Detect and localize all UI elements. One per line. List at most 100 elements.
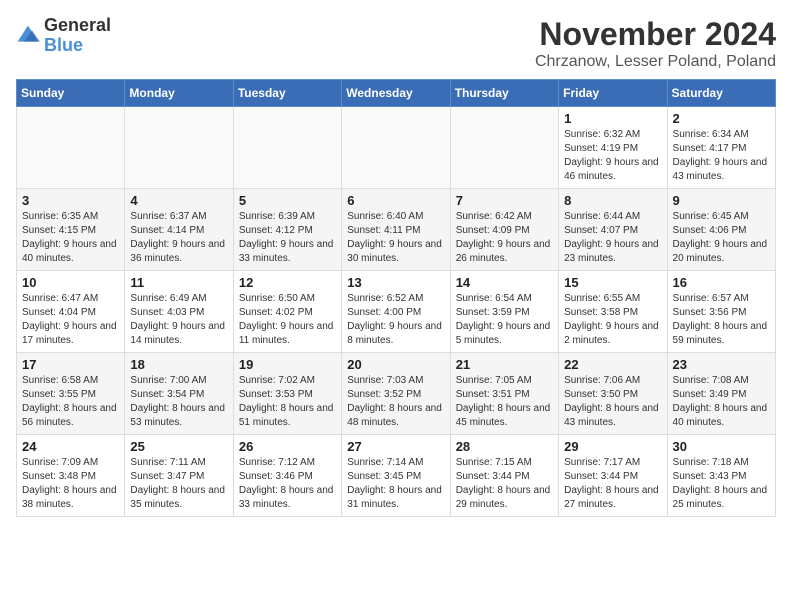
calendar-cell: 21 Sunrise: 7:05 AM Sunset: 3:51 PM Dayli… [450, 353, 558, 435]
day-info: Sunrise: 6:45 AM Sunset: 4:06 PM Dayligh… [673, 210, 770, 266]
logo-icon [16, 24, 40, 48]
calendar-cell: 10 Sunrise: 6:47 AM Sunset: 4:04 PM Dayli… [17, 271, 125, 353]
calendar-cell: 13Sunrise: 6:52 AM Sunset: 4:00 PM Dayli… [342, 271, 450, 353]
logo-blue: Blue [44, 35, 83, 55]
day-info: Sunrise: 6:47 AM Sunset: 4:04 PM Dayligh… [22, 292, 119, 348]
day-number: 19 [239, 357, 336, 372]
calendar-cell: 7 Sunrise: 6:42 AM Sunset: 4:09 PM Daylig… [450, 189, 558, 271]
day-info: Sunrise: 7:08 AM Sunset: 3:49 PM Dayligh… [673, 374, 770, 430]
calendar-cell [125, 107, 233, 189]
day-info: Sunrise: 6:49 AM Sunset: 4:03 PM Dayligh… [130, 292, 227, 348]
day-number: 26 [239, 439, 336, 454]
day-info: Sunrise: 6:34 AM Sunset: 4:17 PM Dayligh… [673, 128, 770, 184]
calendar-cell: 5 Sunrise: 6:39 AM Sunset: 4:12 PM Daylig… [233, 189, 341, 271]
calendar-cell: 4 Sunrise: 6:37 AM Sunset: 4:14 PM Daylig… [125, 189, 233, 271]
calendar-cell: 18Sunrise: 7:00 AM Sunset: 3:54 PM Dayli… [125, 353, 233, 435]
day-number: 23 [673, 357, 770, 372]
calendar-table: SundayMondayTuesdayWednesdayThursdayFrid… [16, 79, 776, 517]
day-number: 25 [130, 439, 227, 454]
day-number: 6 [347, 193, 444, 208]
calendar-week-1: 1Sunrise: 6:32 AM Sunset: 4:19 PM Daylig… [17, 107, 776, 189]
weekday-header-monday: Monday [125, 80, 233, 107]
day-info: Sunrise: 6:54 AM Sunset: 3:59 PM Dayligh… [456, 292, 553, 348]
calendar-cell: 25 Sunrise: 7:11 AM Sunset: 3:47 PM Dayli… [125, 435, 233, 517]
calendar-cell: 6 Sunrise: 6:40 AM Sunset: 4:11 PM Daylig… [342, 189, 450, 271]
calendar-cell [233, 107, 341, 189]
day-number: 17 [22, 357, 119, 372]
calendar-cell: 24 Sunrise: 7:09 AM Sunset: 3:48 PM Dayli… [17, 435, 125, 517]
month-title: November 2024 [535, 16, 776, 53]
day-number: 5 [239, 193, 336, 208]
day-info: Sunrise: 6:37 AM Sunset: 4:14 PM Dayligh… [130, 210, 227, 266]
calendar-cell: 2 Sunrise: 6:34 AM Sunset: 4:17 PM Daylig… [667, 107, 775, 189]
calendar-cell: 29 Sunrise: 7:17 AM Sunset: 3:44 PM Dayli… [559, 435, 667, 517]
day-number: 8 [564, 193, 661, 208]
calendar-cell: 12Sunrise: 6:50 AM Sunset: 4:02 PM Dayli… [233, 271, 341, 353]
location-title: Chrzanow, Lesser Poland, Poland [535, 53, 776, 71]
day-info: Sunrise: 7:02 AM Sunset: 3:53 PM Dayligh… [239, 374, 336, 430]
day-number: 27 [347, 439, 444, 454]
calendar-cell: 3 Sunrise: 6:35 AM Sunset: 4:15 PM Daylig… [17, 189, 125, 271]
day-info: Sunrise: 6:57 AM Sunset: 3:56 PM Dayligh… [673, 292, 770, 348]
day-info: Sunrise: 6:40 AM Sunset: 4:11 PM Dayligh… [347, 210, 444, 266]
day-number: 24 [22, 439, 119, 454]
day-number: 28 [456, 439, 553, 454]
day-info: Sunrise: 7:12 AM Sunset: 3:46 PM Dayligh… [239, 456, 336, 512]
day-info: Sunrise: 7:11 AM Sunset: 3:47 PM Dayligh… [130, 456, 227, 512]
calendar-header: SundayMondayTuesdayWednesdayThursdayFrid… [17, 80, 776, 107]
weekday-header-wednesday: Wednesday [342, 80, 450, 107]
day-number: 2 [673, 111, 770, 126]
calendar-cell: 20 Sunrise: 7:03 AM Sunset: 3:52 PM Dayli… [342, 353, 450, 435]
calendar-cell: 9 Sunrise: 6:45 AM Sunset: 4:06 PM Daylig… [667, 189, 775, 271]
calendar-week-4: 17 Sunrise: 6:58 AM Sunset: 3:55 PM Dayli… [17, 353, 776, 435]
calendar-cell: 30Sunrise: 7:18 AM Sunset: 3:43 PM Dayli… [667, 435, 775, 517]
day-number: 9 [673, 193, 770, 208]
day-number: 3 [22, 193, 119, 208]
calendar-cell: 23 Sunrise: 7:08 AM Sunset: 3:49 PM Dayli… [667, 353, 775, 435]
calendar-cell: 22Sunrise: 7:06 AM Sunset: 3:50 PM Dayli… [559, 353, 667, 435]
calendar-cell: 11 Sunrise: 6:49 AM Sunset: 4:03 PM Dayli… [125, 271, 233, 353]
calendar-body: 1Sunrise: 6:32 AM Sunset: 4:19 PM Daylig… [17, 107, 776, 517]
weekday-header-tuesday: Tuesday [233, 80, 341, 107]
day-number: 29 [564, 439, 661, 454]
calendar-week-2: 3 Sunrise: 6:35 AM Sunset: 4:15 PM Daylig… [17, 189, 776, 271]
day-number: 14 [456, 275, 553, 290]
day-number: 20 [347, 357, 444, 372]
weekday-row: SundayMondayTuesdayWednesdayThursdayFrid… [17, 80, 776, 107]
day-number: 30 [673, 439, 770, 454]
day-number: 18 [130, 357, 227, 372]
day-number: 10 [22, 275, 119, 290]
calendar-cell: 15Sunrise: 6:55 AM Sunset: 3:58 PM Dayli… [559, 271, 667, 353]
day-info: Sunrise: 7:03 AM Sunset: 3:52 PM Dayligh… [347, 374, 444, 430]
calendar-cell: 8 Sunrise: 6:44 AM Sunset: 4:07 PM Daylig… [559, 189, 667, 271]
day-info: Sunrise: 6:35 AM Sunset: 4:15 PM Dayligh… [22, 210, 119, 266]
calendar-cell: 28Sunrise: 7:15 AM Sunset: 3:44 PM Dayli… [450, 435, 558, 517]
day-info: Sunrise: 7:17 AM Sunset: 3:44 PM Dayligh… [564, 456, 661, 512]
weekday-header-friday: Friday [559, 80, 667, 107]
weekday-header-saturday: Saturday [667, 80, 775, 107]
day-number: 7 [456, 193, 553, 208]
calendar-cell: 16 Sunrise: 6:57 AM Sunset: 3:56 PM Dayli… [667, 271, 775, 353]
day-number: 22 [564, 357, 661, 372]
calendar-cell: 1Sunrise: 6:32 AM Sunset: 4:19 PM Daylig… [559, 107, 667, 189]
day-info: Sunrise: 7:09 AM Sunset: 3:48 PM Dayligh… [22, 456, 119, 512]
day-number: 4 [130, 193, 227, 208]
day-number: 11 [130, 275, 227, 290]
day-info: Sunrise: 7:14 AM Sunset: 3:45 PM Dayligh… [347, 456, 444, 512]
day-info: Sunrise: 7:05 AM Sunset: 3:51 PM Dayligh… [456, 374, 553, 430]
day-info: Sunrise: 6:58 AM Sunset: 3:55 PM Dayligh… [22, 374, 119, 430]
day-info: Sunrise: 6:44 AM Sunset: 4:07 PM Dayligh… [564, 210, 661, 266]
day-number: 16 [673, 275, 770, 290]
day-number: 21 [456, 357, 553, 372]
logo-general: General [44, 15, 111, 35]
page-header: General Blue November 2024 Chrzanow, Les… [16, 16, 776, 71]
day-info: Sunrise: 6:42 AM Sunset: 4:09 PM Dayligh… [456, 210, 553, 266]
logo: General Blue [16, 16, 111, 56]
day-info: Sunrise: 6:39 AM Sunset: 4:12 PM Dayligh… [239, 210, 336, 266]
weekday-header-thursday: Thursday [450, 80, 558, 107]
day-info: Sunrise: 6:32 AM Sunset: 4:19 PM Dayligh… [564, 128, 661, 184]
calendar-cell: 17 Sunrise: 6:58 AM Sunset: 3:55 PM Dayli… [17, 353, 125, 435]
calendar-cell: 26 Sunrise: 7:12 AM Sunset: 3:46 PM Dayli… [233, 435, 341, 517]
calendar-cell: 14 Sunrise: 6:54 AM Sunset: 3:59 PM Dayli… [450, 271, 558, 353]
calendar-cell: 19 Sunrise: 7:02 AM Sunset: 3:53 PM Dayli… [233, 353, 341, 435]
